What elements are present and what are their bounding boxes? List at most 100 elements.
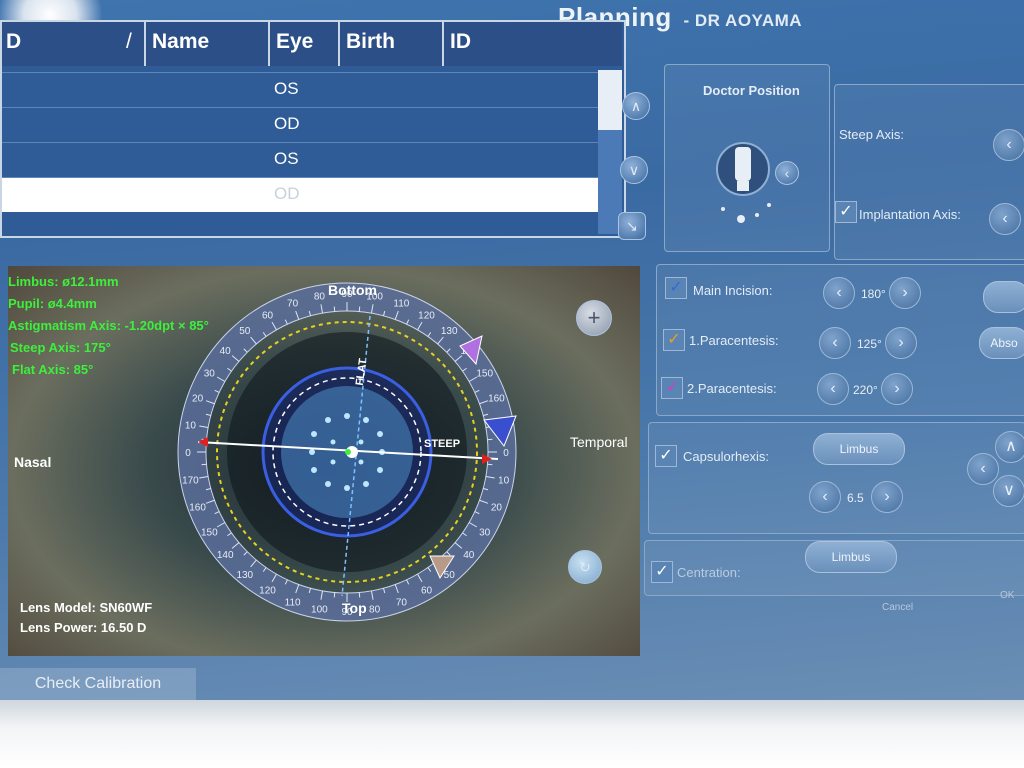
flat-axis-measure: Flat Axis: 85° [12,362,94,377]
ring-tick-label: 10 [498,476,510,487]
checkmark-icon: ✓ [667,331,681,348]
ring-tick-label: 70 [287,299,299,310]
top-label: Top [342,600,367,616]
chevron-left-icon: ‹ [980,460,986,477]
temporal-label: Temporal [570,434,628,450]
ring-tick-label: 0 [185,448,191,459]
paracentesis2-increase-button[interactable]: › [881,373,913,405]
ring-tick-label: 50 [444,570,456,581]
lens-model: Lens Model: SN60WF [20,600,153,615]
steep-axis-label: Steep Axis: [839,127,905,142]
scroll-up-button[interactable]: ∧ [622,92,650,120]
capsulorhexis-mode-button[interactable]: Limbus [813,433,905,465]
doctor-position-left-button[interactable]: ‹ [775,161,799,185]
ring-tick-label: 120 [259,586,276,597]
chevron-right-icon: › [884,488,890,505]
eye-camera-view[interactable]: 0 0 10 10 20 20 30 30 40 40 50 50 60 60 70 70 80 80 90 90 10… [8,266,640,656]
paracentesis1-decrease-button[interactable]: ‹ [819,327,851,359]
checkmark-icon: ✓ [659,447,673,464]
capsulorhexis-checkbox[interactable]: ✓ [655,445,677,467]
doctor-position-icon[interactable] [713,135,793,235]
steep-axis-left-button[interactable]: ‹ [993,129,1024,161]
paracentesis2-label: 2.Paracentesis: [687,381,777,396]
reset-view-button[interactable]: ↻ [568,550,602,584]
title-doctor: - DR AOYAMA [683,11,803,30]
ring-tick-label: 80 [369,605,381,616]
ring-tick-label: 20 [491,502,503,513]
ring-tick-label: 20 [192,394,204,405]
ring-tick-label: 60 [421,586,433,597]
column-header-eye[interactable]: Eye [276,30,313,54]
check-calibration-button[interactable]: Check Calibration [0,668,196,700]
column-header-id[interactable]: ID [450,30,471,54]
column-header-birth[interactable]: Birth [346,30,395,54]
centration-mode-button[interactable]: Limbus [805,541,897,573]
scroll-down-button[interactable]: ∨ [620,156,648,184]
main-incision-increase-button[interactable]: › [889,277,921,309]
paracentesis2-checkbox[interactable]: ✓ [661,377,683,399]
table-row[interactable]: OS [2,72,598,107]
chevron-right-icon: › [902,284,908,301]
incisions-panel: ✓ Main Incision: ‹ 180° › ✓ 1.Paracentes… [656,264,1024,416]
ring-tick-label: 40 [463,550,475,561]
column-divider [268,22,270,66]
bottom-label: Bottom [328,282,377,298]
ring-tick-label: 150 [476,369,493,380]
ring-tick-label: 160 [488,394,505,405]
table-scrollbar[interactable] [598,70,622,234]
eye-cell: OD [274,184,300,203]
column-divider [338,22,340,66]
paracentesis1-increase-button[interactable]: › [885,327,917,359]
capsulorhexis-up-button[interactable]: ∧ [995,431,1024,463]
axis-panel: Steep Axis: ‹ ✓ Implantation Axis: ‹ [834,84,1024,260]
absolute-button[interactable]: Abso [979,327,1024,359]
zoom-in-button[interactable]: + [576,300,612,336]
table-row[interactable]: OD [2,107,598,142]
ok-button[interactable]: OK [1000,590,1014,601]
cancel-button[interactable]: Cancel [882,602,913,613]
capsulorhexis-increase-button[interactable]: › [871,481,903,513]
column-header-name[interactable]: Name [152,30,209,54]
chevron-right-icon: › [894,380,900,397]
patient-table: D / Name Eye Birth ID OS OD OS OD [0,20,626,238]
table-row[interactable]: OS [2,142,598,177]
main-incision-label: Main Incision: [693,283,773,298]
centration-label: Centration: [677,565,741,580]
ring-tick-label: 10 [185,420,197,431]
chevron-up-icon: ∧ [630,98,642,114]
capsulorhexis-left-button[interactable]: ‹ [967,453,999,485]
chevron-left-icon: ‹ [830,380,836,397]
capsulorhexis-decrease-button[interactable]: ‹ [809,481,841,513]
checkmark-icon: ✓ [839,203,853,220]
ring-tick-label: 80 [314,291,326,302]
paracentesis1-checkbox[interactable]: ✓ [663,329,685,351]
main-incision-checkbox[interactable]: ✓ [665,277,687,299]
scrollbar-thumb[interactable] [598,70,622,130]
implantation-axis-checkbox[interactable]: ✓ [835,201,857,223]
ring-tick-label: 140 [217,550,234,561]
chevron-left-icon: ‹ [822,488,828,505]
capsulorhexis-panel: ✓ Capsulorhexis: Limbus ‹ 6.5 › ∧ ‹ ∨ [648,422,1024,534]
centration-checkbox[interactable]: ✓ [651,561,673,583]
capsulorhexis-label: Capsulorhexis: [683,449,769,464]
column-header-d[interactable]: D [6,30,21,54]
eye-cell: OS [274,79,299,98]
centration-panel: ✓ Centration: Limbus [644,540,1024,596]
implantation-axis-left-button[interactable]: ‹ [989,203,1021,235]
ring-tick-label: 120 [418,310,435,321]
main-incision-decrease-button[interactable]: ‹ [823,277,855,309]
pupil-measure: Pupil: ø4.4mm [8,296,97,311]
chevron-right-icon: › [898,334,904,351]
ring-tick-label: 160 [189,502,206,513]
expand-button[interactable]: ↘ [618,212,646,240]
paracentesis2-decrease-button[interactable]: ‹ [817,373,849,405]
chevron-left-icon: ‹ [832,334,838,351]
capsulorhexis-down-button[interactable]: ∨ [993,475,1024,507]
checkmark-icon: ✓ [655,563,669,580]
table-row-selected[interactable]: OD [2,177,598,212]
limbus-measure: Limbus: ø12.1mm [8,274,119,289]
astigmatism-measure: Astigmatism Axis: -1.20dpt × 85° [8,318,209,333]
incision-extra-button[interactable] [983,281,1024,313]
doctor-position-panel: Doctor Position ‹ [664,64,830,252]
ring-tick-label: 100 [311,605,328,616]
